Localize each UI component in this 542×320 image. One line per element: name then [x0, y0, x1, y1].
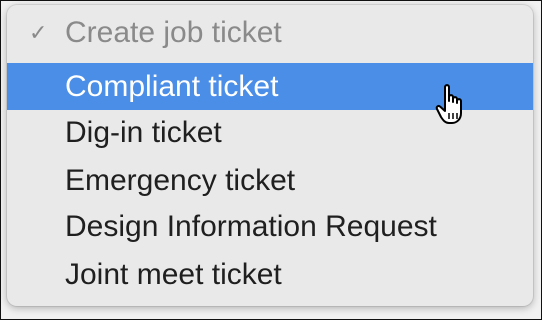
menu-item-emergency-ticket[interactable]: Emergency ticket [7, 157, 533, 204]
window-frame: ✓ Create job ticket Compliant ticket Dig… [0, 0, 542, 320]
dropdown-menu: ✓ Create job ticket Compliant ticket Dig… [7, 5, 533, 306]
checkmark-icon: ✓ [29, 19, 48, 45]
menu-item-label: Design Information Request [65, 209, 437, 243]
menu-item-label: Compliant ticket [65, 69, 279, 103]
menu-item-create-job-ticket[interactable]: ✓ Create job ticket [7, 9, 533, 56]
menu-item-label: Dig-in ticket [65, 115, 222, 149]
menu-item-label: Create job ticket [65, 15, 282, 49]
menu-item-label: Emergency ticket [65, 163, 296, 197]
menu-item-joint-meet-ticket[interactable]: Joint meet ticket [7, 251, 533, 298]
pointing-hand-cursor-icon [435, 84, 462, 124]
menu-item-label: Joint meet ticket [65, 257, 282, 291]
menu-item-design-information-request[interactable]: Design Information Request [7, 203, 533, 250]
